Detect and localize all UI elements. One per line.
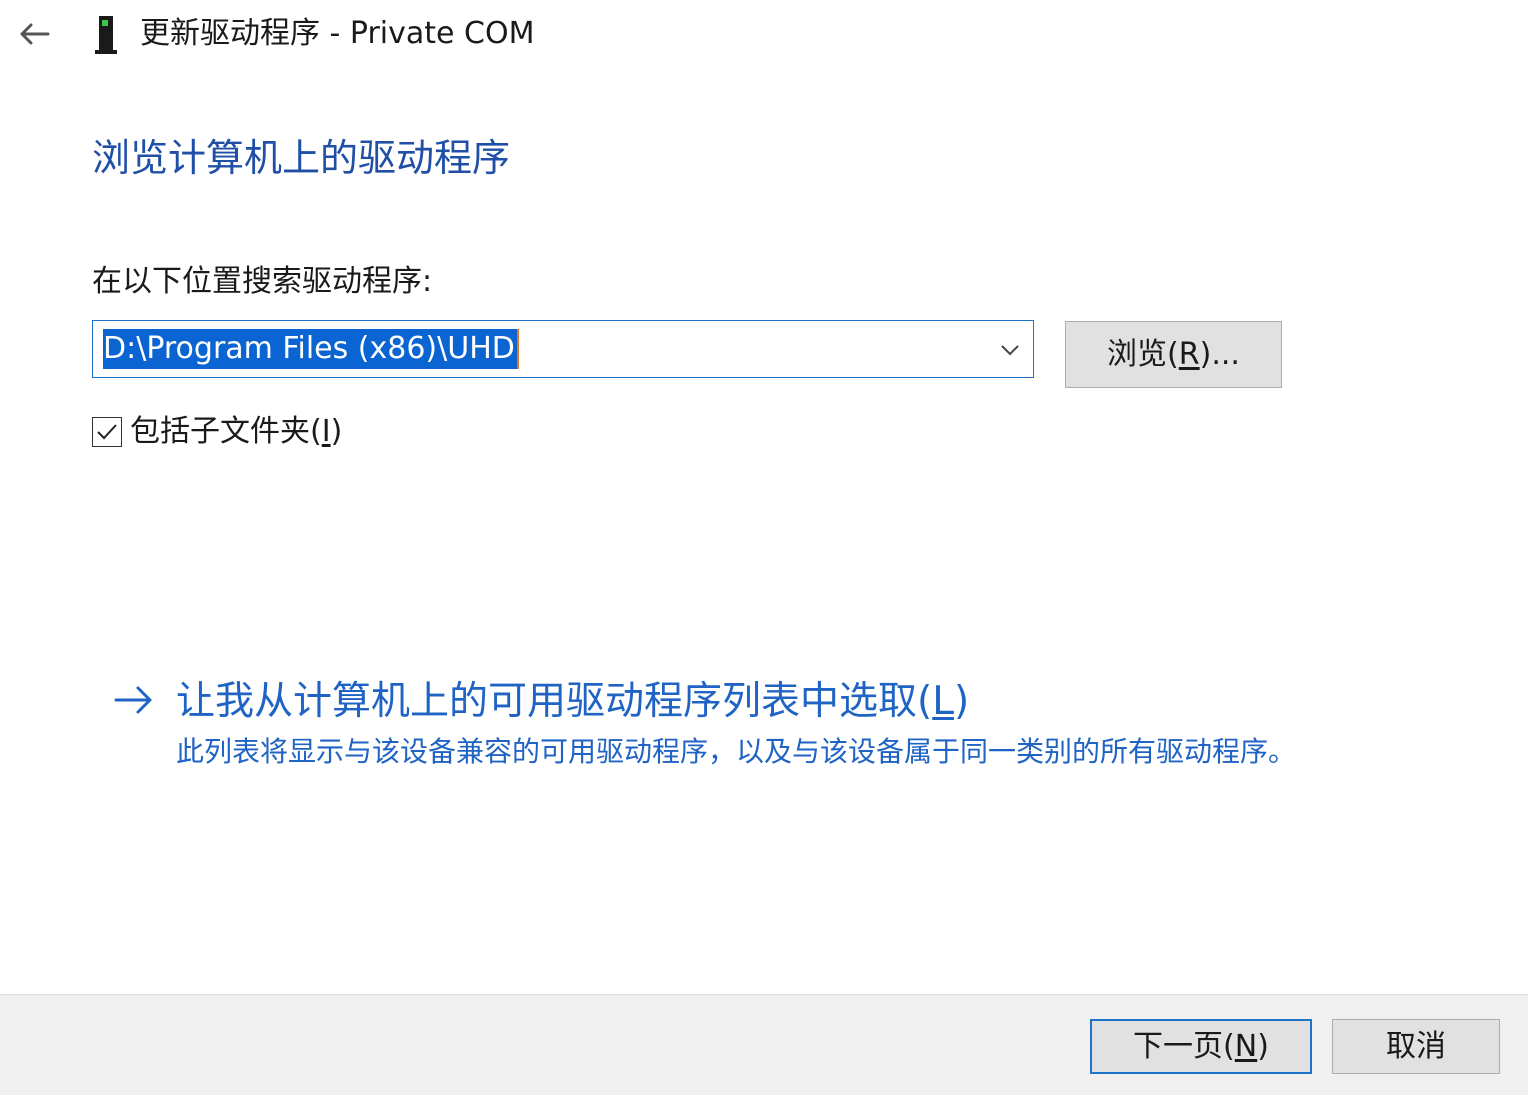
browse-button-suffix: )... — [1199, 336, 1240, 372]
dropdown-button[interactable] — [995, 335, 1025, 365]
page-heading: 浏览计算机上的驱动程序 — [92, 136, 511, 180]
arrow-right-icon — [114, 686, 152, 714]
device-icon — [95, 16, 117, 54]
arrow-left-icon — [20, 23, 50, 45]
path-combobox[interactable]: D:\Program Files (x86)\UHD — [92, 320, 1034, 378]
checkmark-icon — [97, 424, 117, 440]
pick-title-suffix: ) — [953, 679, 970, 724]
pick-from-list-title[interactable]: 让我从计算机上的可用驱动程序列表中选取(L) — [176, 676, 969, 728]
window-title: 更新驱动程序 - Private COM — [140, 16, 535, 51]
browse-button[interactable]: 浏览(R)... — [1065, 321, 1282, 388]
cancel-button[interactable]: 取消 — [1332, 1019, 1500, 1074]
pick-title-prefix: 让我从计算机上的可用驱动程序列表中选取( — [176, 679, 933, 724]
include-subfolders-accelerator: I — [321, 414, 331, 449]
chevron-down-icon — [1001, 345, 1019, 356]
next-button[interactable]: 下一页(N) — [1090, 1019, 1312, 1074]
update-driver-window: 更新驱动程序 - Private COM 浏览计算机上的驱动程序 在以下位置搜索… — [0, 0, 1528, 1095]
include-subfolders-label: 包括子文件夹(I) — [130, 412, 342, 452]
pick-from-list-description: 此列表将显示与该设备兼容的可用驱动程序，以及与该设备属于同一类别的所有驱动程序。 — [176, 735, 1297, 768]
next-button-accelerator: N — [1234, 1028, 1258, 1064]
include-subfolders-prefix: 包括子文件夹( — [130, 414, 322, 449]
checkbox-box[interactable] — [92, 417, 122, 447]
include-subfolders-suffix: ) — [330, 414, 343, 449]
search-location-label: 在以下位置搜索驱动程序: — [92, 264, 433, 299]
browse-button-accelerator: R — [1178, 336, 1200, 372]
footer-bar: 下一页(N) 取消 — [0, 994, 1528, 1095]
path-input-text[interactable]: D:\Program Files (x86)\UHD — [103, 329, 519, 369]
back-button[interactable] — [14, 16, 54, 52]
pick-title-accelerator: L — [932, 679, 954, 724]
include-subfolders-checkbox[interactable]: 包括子文件夹(I) — [92, 412, 342, 452]
next-button-suffix: ) — [1257, 1028, 1269, 1064]
next-button-prefix: 下一页( — [1133, 1028, 1235, 1064]
browse-button-prefix: 浏览( — [1107, 336, 1179, 372]
